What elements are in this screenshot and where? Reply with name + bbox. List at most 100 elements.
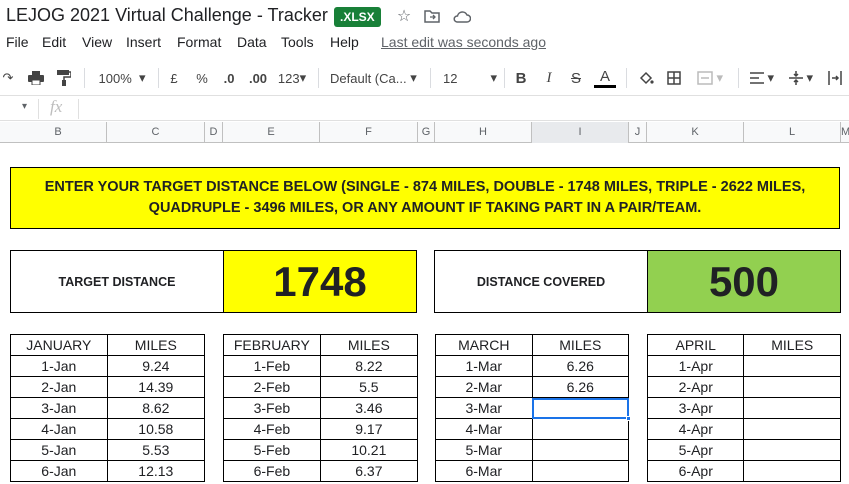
file-format-badge[interactable]: .XLSX: [334, 7, 381, 27]
column-header-e[interactable]: E: [223, 122, 320, 143]
column-header-d[interactable]: D: [205, 122, 223, 143]
column-header-i[interactable]: I: [532, 122, 629, 143]
column-header-m[interactable]: M: [841, 122, 849, 143]
date-cell[interactable]: 2-Mar: [435, 376, 533, 398]
miles-cell[interactable]: [743, 460, 841, 482]
date-cell[interactable]: 3-Feb: [223, 397, 321, 419]
miles-cell[interactable]: 14.39: [106, 376, 206, 398]
strikethrough-button[interactable]: S: [567, 68, 585, 88]
miles-cell[interactable]: [743, 355, 841, 377]
menu-tools[interactable]: Tools: [281, 34, 314, 50]
percent-format-button[interactable]: %: [194, 68, 210, 88]
vertical-align-icon[interactable]: ▾: [786, 68, 816, 88]
miles-cell[interactable]: 8.22: [319, 355, 419, 377]
move-folder-icon[interactable]: [422, 6, 442, 26]
column-header-j[interactable]: J: [629, 122, 647, 143]
column-header-k[interactable]: K: [647, 122, 744, 143]
date-cell[interactable]: 2-Apr: [646, 376, 745, 398]
date-cell[interactable]: 2-Feb: [223, 376, 321, 398]
distance-covered-label[interactable]: DISTANCE COVERED: [435, 251, 648, 312]
date-cell[interactable]: 4-Jan: [10, 418, 108, 440]
name-box-dropdown-icon[interactable]: ▾: [22, 101, 27, 112]
miles-cell[interactable]: [743, 418, 841, 440]
formula-input[interactable]: [82, 97, 842, 121]
miles-cell[interactable]: [531, 439, 630, 461]
date-cell[interactable]: 4-Mar: [435, 418, 533, 440]
month-header[interactable]: APRIL: [646, 334, 745, 356]
menu-edit[interactable]: Edit: [42, 34, 66, 50]
document-title[interactable]: LEJOG 2021 Virtual Challenge - Tracker: [6, 5, 328, 26]
date-cell[interactable]: 1-Feb: [223, 355, 321, 377]
column-header-b[interactable]: B: [10, 122, 107, 143]
print-icon[interactable]: [26, 68, 46, 88]
merge-cells-icon[interactable]: ▾: [692, 68, 728, 88]
cloud-saved-icon[interactable]: [452, 6, 472, 26]
column-header-f[interactable]: F: [320, 122, 418, 143]
zoom-select[interactable]: 100% ▾: [96, 68, 148, 88]
miles-cell[interactable]: 5.5: [319, 376, 419, 398]
miles-cell[interactable]: 12.13: [106, 460, 206, 482]
miles-cell[interactable]: 10.21: [319, 439, 419, 461]
decrease-decimal-button[interactable]: .0: [218, 68, 240, 88]
column-header-g[interactable]: G: [418, 122, 435, 143]
currency-format-button[interactable]: £: [166, 68, 182, 88]
date-cell[interactable]: 3-Jan: [10, 397, 108, 419]
miles-cell[interactable]: 8.62: [106, 397, 206, 419]
date-cell[interactable]: 5-Apr: [646, 439, 745, 461]
miles-header[interactable]: MILES: [106, 334, 206, 356]
menu-format[interactable]: Format: [177, 34, 221, 50]
fill-handle[interactable]: [626, 416, 631, 421]
menu-data[interactable]: Data: [237, 34, 267, 50]
miles-cell[interactable]: [743, 376, 841, 398]
month-header[interactable]: FEBRUARY: [223, 334, 321, 356]
column-header-l[interactable]: L: [744, 122, 841, 143]
miles-cell[interactable]: 3.46: [319, 397, 419, 419]
menu-view[interactable]: View: [82, 34, 112, 50]
miles-cell[interactable]: 5.53: [106, 439, 206, 461]
distance-covered-value[interactable]: 500: [648, 251, 840, 312]
font-family-select[interactable]: Default (Ca... ▾: [330, 68, 420, 88]
menu-help[interactable]: Help: [330, 34, 359, 50]
menu-insert[interactable]: Insert: [126, 34, 161, 50]
font-size-select[interactable]: 12 ▾: [443, 68, 497, 88]
borders-icon[interactable]: [664, 68, 684, 88]
miles-cell[interactable]: [743, 439, 841, 461]
miles-cell[interactable]: 9.24: [106, 355, 206, 377]
month-header[interactable]: JANUARY: [10, 334, 108, 356]
redo-icon[interactable]: ↷: [0, 68, 16, 88]
star-icon[interactable]: ☆: [394, 6, 414, 26]
column-header-c[interactable]: C: [107, 122, 205, 143]
miles-header[interactable]: MILES: [743, 334, 841, 356]
date-cell[interactable]: 5-Jan: [10, 439, 108, 461]
date-cell[interactable]: 1-Jan: [10, 355, 108, 377]
miles-cell[interactable]: 9.17: [319, 418, 419, 440]
date-cell[interactable]: 4-Apr: [646, 418, 745, 440]
date-cell[interactable]: 1-Mar: [435, 355, 533, 377]
date-cell[interactable]: 1-Apr: [646, 355, 745, 377]
miles-cell[interactable]: 6.26: [531, 376, 630, 398]
text-color-button[interactable]: A: [594, 68, 616, 88]
miles-cell[interactable]: 6.37: [319, 460, 419, 482]
date-cell[interactable]: 6-Apr: [646, 460, 745, 482]
fill-color-icon[interactable]: [636, 68, 656, 88]
selected-cell[interactable]: [531, 397, 631, 421]
text-wrap-icon[interactable]: [826, 68, 844, 88]
last-edit-link[interactable]: Last edit was seconds ago: [381, 34, 546, 50]
paint-format-icon[interactable]: [54, 68, 74, 88]
target-distance-label[interactable]: TARGET DISTANCE: [11, 251, 224, 312]
column-header-h[interactable]: H: [435, 122, 532, 143]
miles-cell[interactable]: [743, 397, 841, 419]
date-cell[interactable]: 6-Feb: [223, 460, 321, 482]
miles-cell[interactable]: 6.26: [531, 355, 630, 377]
more-formats-button[interactable]: 123 ▾: [274, 68, 310, 88]
date-cell[interactable]: 3-Apr: [646, 397, 745, 419]
date-cell[interactable]: 6-Mar: [435, 460, 533, 482]
date-cell[interactable]: 5-Feb: [223, 439, 321, 461]
date-cell[interactable]: 5-Mar: [435, 439, 533, 461]
date-cell[interactable]: 4-Feb: [223, 418, 321, 440]
horizontal-align-icon[interactable]: ▾: [748, 68, 776, 88]
italic-button[interactable]: I: [540, 68, 558, 88]
miles-cell[interactable]: 10.58: [106, 418, 206, 440]
bold-button[interactable]: B: [512, 68, 530, 88]
menu-file[interactable]: File: [6, 34, 29, 50]
